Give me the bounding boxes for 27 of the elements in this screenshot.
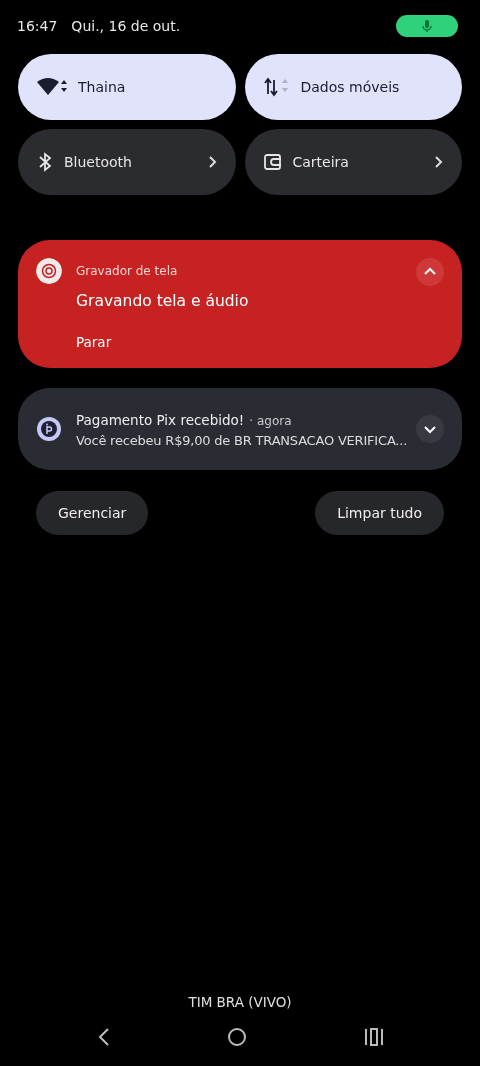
notification-card[interactable]: Pagamento Pix recebido! · agora Você recebeu R$9,00 de BR TRANSACAO VERIFICA...	[18, 388, 462, 470]
expand-toggle[interactable]	[416, 415, 444, 443]
clock: 16:47	[17, 18, 58, 34]
screen-recorder-icon	[36, 258, 62, 284]
recents-icon[interactable]	[364, 1028, 384, 1046]
payment-app-icon	[36, 416, 62, 442]
notification-title: Gravando tela e áudio	[76, 292, 250, 310]
back-icon[interactable]	[98, 1028, 110, 1046]
notification-title: Pagamento Pix recebido!	[76, 412, 245, 428]
wifi-icon	[36, 77, 68, 97]
quick-settings-tile[interactable]: Thaina	[18, 54, 236, 120]
quick-settings-tile[interactable]: Dados móveis	[244, 54, 462, 120]
notification-card[interactable]: Gravador de tela Gravando tela e áudio Parar	[18, 240, 462, 368]
date: Qui., 16 de out.	[71, 18, 181, 34]
quick-settings-tile[interactable]: Carteira	[244, 129, 462, 195]
carrier-name: TIM BRA (VIVO)	[188, 994, 292, 1010]
quick-settings-tile[interactable]: Bluetooth	[18, 129, 236, 195]
app-name: Gravador de tela	[76, 263, 179, 280]
notification-time: · agora	[249, 414, 292, 428]
data-arrows-icon	[262, 77, 291, 97]
home-icon[interactable]	[227, 1027, 247, 1047]
notification-button[interactable]: Gerenciar	[36, 491, 149, 535]
microphone-indicator[interactable]	[396, 15, 458, 37]
notification-button[interactable]: Limpar tudo	[315, 491, 444, 535]
expand-toggle[interactable]	[416, 258, 444, 286]
stop-action[interactable]: Parar	[76, 334, 112, 350]
wallet-icon	[262, 153, 283, 171]
